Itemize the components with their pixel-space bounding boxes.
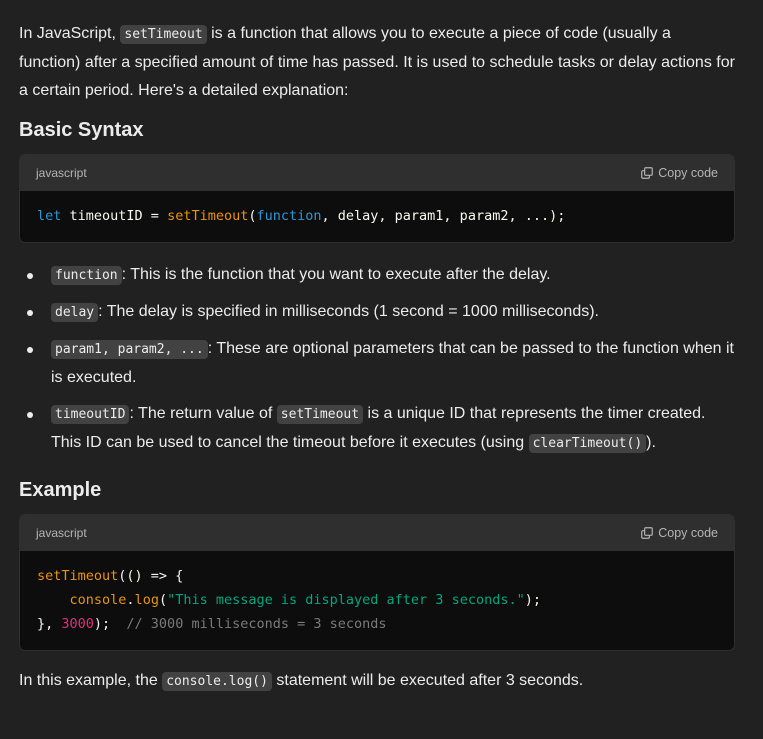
code-token: , delay, param1, param2, ...);	[321, 208, 566, 224]
inline-code: console.log()	[162, 672, 272, 691]
list-item-text: ).	[646, 434, 656, 451]
code-token: console	[69, 592, 127, 608]
code-token: let	[37, 208, 62, 224]
parameter-list: function: This is the function that you …	[19, 261, 735, 458]
list-item: param1, param2, ...: These are optional …	[19, 335, 735, 392]
inline-code: function	[51, 266, 122, 285]
code-token: log	[134, 592, 159, 608]
closing-text-pre: In this example, the	[19, 672, 163, 689]
code-token: );	[93, 616, 127, 632]
code-token: (	[158, 592, 168, 608]
inline-code: param1, param2, ...	[51, 340, 208, 359]
inline-code: delay	[51, 303, 99, 322]
inline-code: timeoutID	[51, 405, 130, 424]
copy-code-button[interactable]: Copy code	[640, 519, 718, 547]
intro-text-pre: In JavaScript,	[19, 25, 121, 42]
copy-icon	[640, 526, 654, 540]
copy-icon	[640, 166, 654, 180]
list-item: delay: The delay is specified in millise…	[19, 298, 735, 327]
code-language-label: javascript	[36, 526, 87, 540]
list-item-text: : The delay is specified in milliseconds…	[98, 303, 599, 320]
code-token: (() => {	[118, 568, 184, 584]
code-block-body: let timeoutID = setTimeout(function, del…	[20, 191, 734, 242]
list-item-text: : The return value of	[129, 405, 277, 422]
code-token: "This message is displayed after 3 secon…	[167, 592, 525, 608]
intro-paragraph: In JavaScript, setTimeout is a function …	[19, 20, 735, 105]
copy-code-button[interactable]: Copy code	[640, 159, 718, 187]
section-heading-syntax: Basic Syntax	[19, 119, 144, 141]
code-block-syntax: javascript Copy code let timeoutID = set…	[19, 154, 735, 243]
code-token: timeoutID =	[61, 208, 168, 224]
inline-code: setTimeout	[120, 25, 207, 44]
section-heading-example: Example	[19, 479, 102, 501]
code-language-label: javascript	[36, 166, 87, 180]
code-token: .	[126, 592, 135, 608]
code-block-header: javascript Copy code	[20, 155, 734, 191]
code-token: 3000	[61, 616, 94, 632]
code-token: // 3000 milliseconds = 3 seconds	[126, 616, 387, 632]
copy-code-label: Copy code	[658, 166, 718, 180]
code-block-example: javascript Copy code setTimeout(() => { …	[19, 514, 735, 651]
code-token: function	[256, 208, 322, 224]
list-item-text: : This is the function that you want to …	[121, 266, 551, 283]
code-token: setTimeout	[37, 568, 119, 584]
list-item: function: This is the function that you …	[19, 261, 735, 290]
code-block-header: javascript Copy code	[20, 515, 734, 551]
inline-code: setTimeout	[276, 405, 364, 424]
copy-code-label: Copy code	[658, 526, 718, 540]
code-block-body: setTimeout(() => { console.log("This mes…	[20, 551, 734, 650]
message-content: In JavaScript, setTimeout is a function …	[0, 0, 763, 696]
list-item: timeoutID: The return value of setTimeou…	[19, 400, 735, 458]
code-token: },	[37, 616, 62, 632]
code-token: );	[524, 592, 541, 608]
closing-paragraph: In this example, the console.log() state…	[19, 667, 735, 696]
code-token: setTimeout	[167, 208, 249, 224]
closing-text-post: statement will be executed after 3 secon…	[271, 672, 584, 689]
inline-code: clearTimeout()	[528, 434, 647, 453]
